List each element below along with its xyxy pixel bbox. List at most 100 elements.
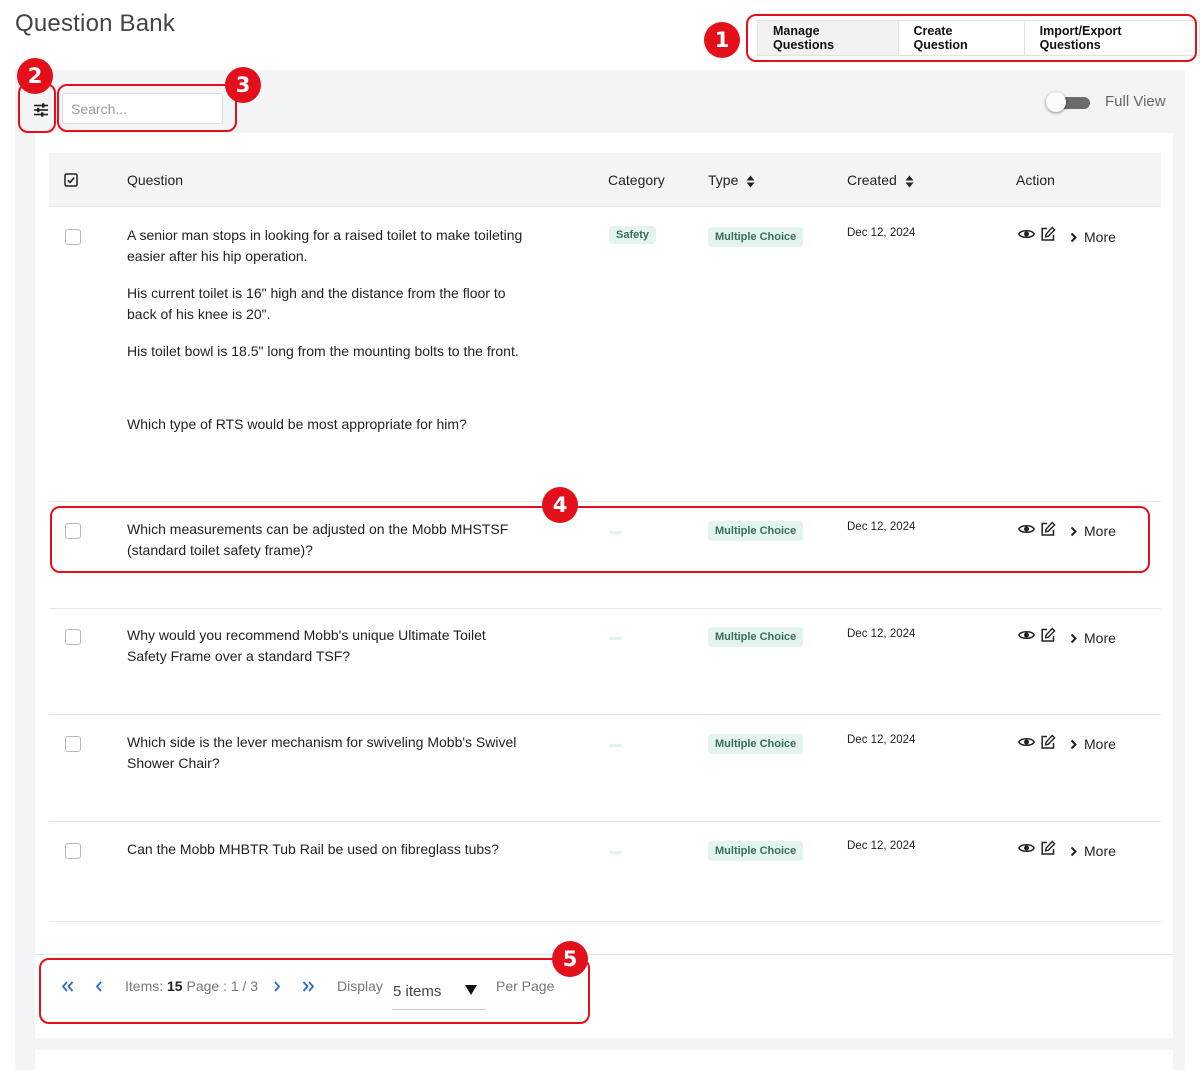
question-paragraph: His current toilet is 16" high and the d… — [127, 285, 506, 322]
more-button[interactable]: More — [1070, 229, 1116, 245]
full-view-label: Full View — [1105, 93, 1166, 110]
chevron-right-icon — [1070, 739, 1077, 749]
annotation-badge: 2 — [17, 58, 53, 94]
caret-down-icon — [465, 985, 477, 995]
question-text: A senior man stops in looking for a rais… — [127, 225, 527, 451]
more-label: More — [1084, 843, 1116, 859]
sort-icon — [746, 175, 755, 188]
tab-create-question[interactable]: Create Question — [898, 21, 1025, 55]
eye-icon[interactable] — [1018, 842, 1035, 854]
question-text: Why would you recommend Mobb's unique Ul… — [127, 625, 527, 683]
row-checkbox[interactable] — [65, 629, 81, 645]
annotation-badge: 3 — [225, 67, 261, 103]
table-header: Question Category Type Created Action — [49, 153, 1161, 207]
question-text: Which side is the lever mechanism for sw… — [127, 732, 527, 790]
row-checkbox[interactable] — [65, 523, 81, 539]
column-header-type[interactable]: Type — [708, 172, 755, 188]
edit-icon[interactable] — [1040, 226, 1056, 242]
type-badge: Multiple Choice — [708, 841, 804, 861]
per-page-select[interactable]: 5 items — [392, 975, 486, 1010]
more-button[interactable]: More — [1070, 630, 1116, 646]
question-text: Which measurements can be adjusted on th… — [127, 519, 527, 577]
created-date: Dec 12, 2024 — [847, 840, 916, 852]
annotation-badge: 4 — [542, 487, 578, 523]
category-empty-badge — [609, 744, 622, 747]
column-header-question: Question — [127, 172, 184, 188]
annotation-badge: 1 — [704, 22, 740, 58]
created-date: Dec 12, 2024 — [847, 521, 916, 533]
lower-card — [35, 1050, 1173, 1070]
eye-icon[interactable] — [1018, 629, 1035, 641]
column-header-created[interactable]: Created — [847, 172, 914, 188]
search-input[interactable] — [62, 93, 223, 124]
question-paragraph: A senior man stops in looking for a rais… — [127, 227, 523, 264]
sliders-icon — [34, 103, 48, 117]
sort-icon — [905, 175, 914, 188]
eye-icon[interactable] — [1018, 523, 1035, 535]
question-paragraph: Which type of RTS would be most appropri… — [127, 416, 467, 432]
check-square-icon — [64, 173, 78, 187]
row-divider — [49, 714, 1161, 715]
created-date: Dec 12, 2024 — [847, 734, 916, 746]
pagination-divider — [35, 954, 1173, 955]
more-label: More — [1084, 229, 1116, 245]
first-page-icon[interactable] — [61, 981, 74, 992]
display-label: Display — [337, 978, 383, 994]
type-badge: Multiple Choice — [708, 227, 804, 247]
category-badge: Safety — [609, 226, 657, 244]
more-label: More — [1084, 630, 1116, 646]
column-header-action: Action — [1016, 172, 1055, 188]
row-divider — [49, 501, 1161, 502]
annotation-badge: 5 — [552, 941, 588, 977]
tab-import-export-questions[interactable]: Import/Export Questions — [1024, 21, 1199, 55]
column-header-created-label: Created — [847, 172, 897, 188]
question-paragraph: Can the Mobb MHBTR Tub Rail be used on f… — [127, 841, 499, 857]
question-paragraph: His toilet bowl is 18.5" long from the m… — [127, 343, 519, 359]
more-label: More — [1084, 523, 1116, 539]
pagination-info: Items: 15 Page : 1 / 3 — [125, 978, 258, 994]
select-all-checkbox[interactable] — [64, 173, 78, 192]
toggle-knob — [1046, 92, 1066, 112]
edit-icon[interactable] — [1040, 734, 1056, 750]
question-paragraph: Why would you recommend Mobb's unique Ul… — [127, 627, 486, 664]
more-label: More — [1084, 736, 1116, 752]
column-header-type-label: Type — [708, 172, 739, 188]
type-badge: Multiple Choice — [708, 734, 804, 754]
row-checkbox[interactable] — [65, 843, 81, 859]
full-view-toggle[interactable] — [1046, 92, 1091, 112]
more-button[interactable]: More — [1070, 523, 1116, 539]
items-label: Items: — [125, 978, 164, 994]
chevron-right-icon — [1070, 232, 1077, 242]
question-paragraph: Which side is the lever mechanism for sw… — [127, 734, 517, 771]
tab-bar: Manage Questions Create Question Import/… — [757, 20, 1200, 56]
more-button[interactable]: More — [1070, 736, 1116, 752]
category-empty-badge — [609, 637, 622, 640]
row-divider — [49, 821, 1161, 822]
edit-icon[interactable] — [1040, 521, 1056, 537]
next-page-icon[interactable] — [273, 981, 281, 992]
more-button[interactable]: More — [1070, 843, 1116, 859]
eye-icon[interactable] — [1018, 228, 1035, 240]
last-page-icon[interactable] — [302, 981, 315, 992]
type-badge: Multiple Choice — [708, 627, 804, 647]
column-header-category: Category — [608, 172, 665, 188]
row-divider — [49, 921, 1161, 922]
question-text: Can the Mobb MHBTR Tub Rail be used on f… — [127, 839, 527, 876]
type-badge: Multiple Choice — [708, 521, 804, 541]
page-title: Question Bank — [15, 10, 176, 37]
row-checkbox[interactable] — [65, 229, 81, 245]
per-page-label: Per Page — [496, 978, 555, 994]
eye-icon[interactable] — [1018, 736, 1035, 748]
created-date: Dec 12, 2024 — [847, 628, 916, 640]
category-empty-badge — [609, 531, 622, 534]
question-paragraph: Which measurements can be adjusted on th… — [127, 521, 509, 558]
filter-button[interactable] — [26, 98, 56, 122]
category-empty-badge — [609, 851, 622, 854]
edit-icon[interactable] — [1040, 627, 1056, 643]
page-indicator: Page : 1 / 3 — [186, 978, 259, 994]
edit-icon[interactable] — [1040, 840, 1056, 856]
tab-manage-questions[interactable]: Manage Questions — [758, 21, 899, 55]
chevron-right-icon — [1070, 633, 1077, 643]
row-checkbox[interactable] — [65, 736, 81, 752]
previous-page-icon[interactable] — [95, 981, 103, 992]
